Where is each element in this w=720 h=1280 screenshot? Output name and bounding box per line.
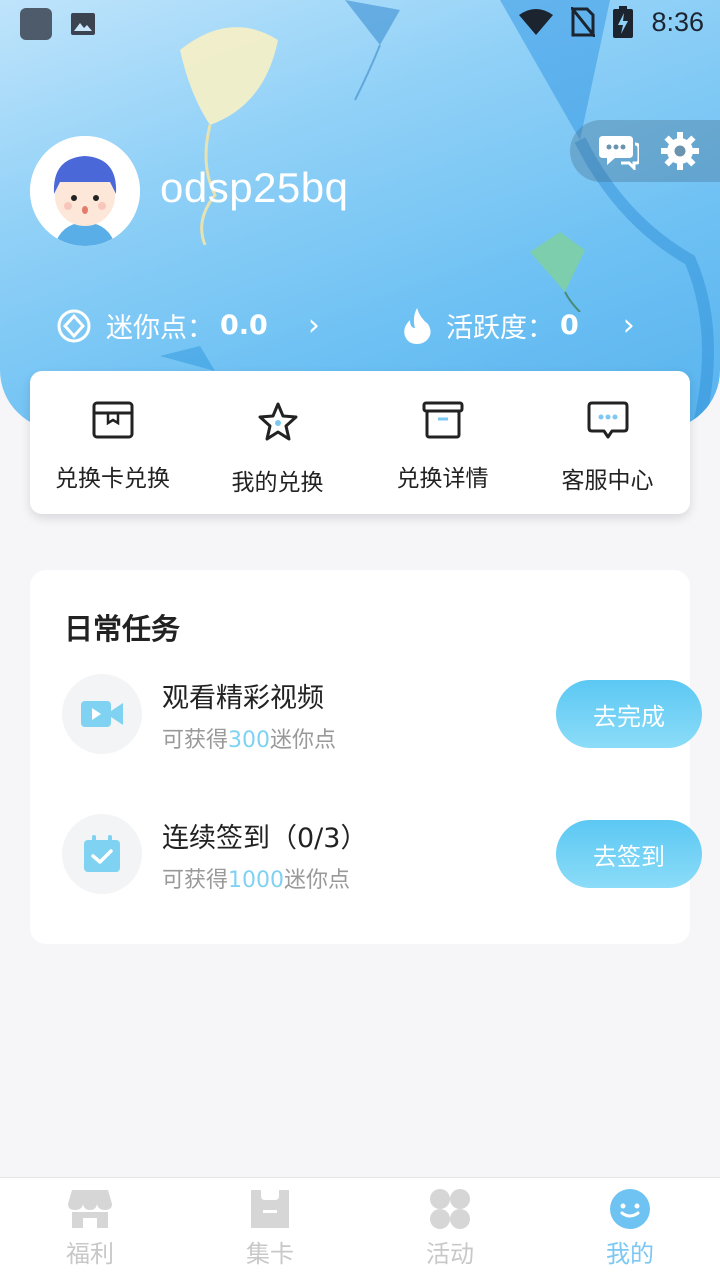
- top-actions: [570, 120, 720, 182]
- video-camera-icon: [81, 701, 123, 727]
- task-reward: 可获得1000迷你点: [162, 868, 351, 893]
- nav-label: 福利: [66, 1240, 114, 1268]
- archive-box-icon: [422, 401, 463, 439]
- task-name: 连续签到（0/3）: [162, 823, 368, 854]
- quick-item-label: 我的兑换: [231, 470, 324, 496]
- shopping-bag-icon: [251, 1190, 289, 1228]
- nav-tab-activities[interactable]: 活动: [360, 1178, 540, 1280]
- wifi-icon: [519, 9, 554, 35]
- section-title: 日常任务: [64, 612, 181, 646]
- avatar[interactable]: [30, 136, 140, 246]
- activity-stat[interactable]: 活跃度： 0 ›: [402, 306, 635, 345]
- nav-tab-mine[interactable]: 我的: [540, 1178, 720, 1280]
- nav-label: 集卡: [246, 1240, 294, 1268]
- chevron-right-icon: ›: [622, 308, 635, 343]
- flame-icon: [404, 307, 431, 344]
- nav-label: 我的: [606, 1240, 654, 1268]
- quick-menu: 兑换卡兑换 我的兑换 兑换详情 客服中心: [30, 371, 690, 514]
- card-box-icon: [92, 401, 133, 439]
- quick-item-card-exchange[interactable]: 兑换卡兑换: [30, 371, 195, 514]
- bottom-nav: 福利 集卡 活动 我的: [0, 1177, 720, 1280]
- battery-charging-icon: [613, 6, 634, 38]
- task-reward: 可获得300迷你点: [162, 728, 337, 753]
- star-icon: [258, 402, 297, 441]
- quick-item-label: 兑换详情: [396, 466, 489, 492]
- nav-label: 活动: [426, 1240, 474, 1268]
- status-bar: 8:36: [0, 0, 720, 50]
- username: odsp25bq: [160, 164, 349, 211]
- nav-tab-collect-cards[interactable]: 集卡: [180, 1178, 360, 1280]
- task-icon-wrap: [62, 814, 142, 894]
- quick-item-label: 客服中心: [561, 468, 654, 494]
- quick-item-customer-service[interactable]: 客服中心: [525, 371, 690, 514]
- stat-label: 活跃度：: [446, 313, 554, 344]
- task-name: 观看精彩视频: [162, 683, 324, 714]
- quick-item-exchange-details[interactable]: 兑换详情: [360, 371, 525, 514]
- chat-bubble-icon: [587, 401, 628, 439]
- kite-illustration: [500, 0, 714, 420]
- stat-value: 0.0: [220, 310, 268, 341]
- mini-points-stat[interactable]: 迷你点： 0.0 ›: [56, 306, 320, 345]
- smiley-face-icon: [610, 1189, 650, 1229]
- mini-points-icon: [57, 309, 91, 342]
- check-in-button[interactable]: 去签到: [556, 820, 702, 888]
- clover-icon: [430, 1189, 470, 1229]
- no-sim-icon: [571, 7, 596, 37]
- task-check-in: 连续签到（0/3） 可获得1000迷你点 去签到: [62, 814, 702, 894]
- task-icon-wrap: [62, 674, 142, 754]
- complete-task-button[interactable]: 去完成: [556, 680, 702, 748]
- settings-gear-icon[interactable]: [661, 132, 699, 170]
- app-notification-icon: [20, 8, 52, 40]
- calendar-check-icon: [84, 835, 120, 872]
- message-icon[interactable]: [599, 132, 639, 170]
- stat-value: 0: [560, 310, 579, 341]
- image-notification-icon: [71, 13, 95, 35]
- status-time: 8:36: [651, 6, 704, 37]
- kite-illustration: [530, 232, 585, 312]
- stat-label: 迷你点：: [106, 313, 214, 344]
- avatar-image: [30, 136, 140, 246]
- task-watch-video: 观看精彩视频 可获得300迷你点 去完成: [62, 674, 702, 754]
- store-icon: [68, 1190, 112, 1228]
- chevron-right-icon: ›: [307, 308, 320, 343]
- daily-tasks-card: 日常任务 观看精彩视频 可获得300迷你点 去完成 连续签到（0/3） 可获得1…: [30, 570, 702, 944]
- nav-tab-welfare[interactable]: 福利: [0, 1178, 180, 1280]
- quick-item-label: 兑换卡兑换: [55, 466, 170, 492]
- quick-item-my-exchange[interactable]: 我的兑换: [195, 371, 360, 514]
